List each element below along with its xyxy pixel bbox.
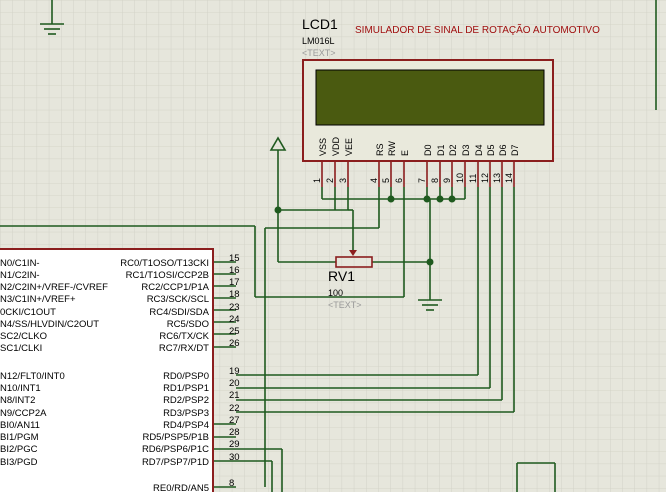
- mcu-right-pin-number: 16: [229, 265, 240, 276]
- mcu-right-pin-label: RD5/PSP5/P1B: [142, 432, 209, 443]
- pot-value: 100: [328, 288, 343, 298]
- schematic-canvas[interactable]: LCD1 LM016L <TEXT> VSS 1 VDD 2 VEE 3 RS 4 RW 5 E 6 D…: [0, 0, 666, 492]
- lcd-pin-name: D1: [436, 144, 446, 156]
- mcu-left-pin-label: N0/C1IN-: [0, 258, 40, 269]
- mcu-left-pin-label: N8/INT2: [0, 395, 35, 406]
- lcd-pin-name: D2: [448, 144, 458, 156]
- mcu-right-pin-number: 27: [229, 415, 240, 426]
- mcu-left-pin-label: N2/C2IN+/VREF-/CVREF: [0, 282, 108, 293]
- mcu-right-pin-label: RD4/PSP4: [163, 420, 209, 431]
- microcontroller[interactable]: N0/C1IN-N1/C2IN-N2/C2IN+/VREF-/CVREFN3/C…: [0, 248, 240, 492]
- mcu-left-pin-label: BI3/PGD: [0, 457, 38, 468]
- lcd-pin-number: 11: [468, 174, 478, 183]
- lcd-pin-number: 10: [455, 173, 465, 183]
- mcu-right-pin-label: RC1/T1OSI/CCP2B: [126, 270, 209, 281]
- mcu-right-pin-label: RE0/RD/AN5: [153, 483, 209, 492]
- lcd-pin-number: 14: [504, 173, 514, 183]
- lcd-pin-name: VEE: [344, 138, 354, 156]
- mcu-right-pin-label: RD7/PSP7/P1D: [142, 457, 209, 468]
- mcu-right-pin-number: 21: [229, 390, 240, 401]
- mcu-right-pin-label: RC3/SCK/SCL: [147, 294, 209, 305]
- mcu-left-pin-label: N1/C2IN-: [0, 270, 40, 281]
- lcd-pin-number: 12: [480, 173, 490, 183]
- lcd-pin-name: VSS: [318, 138, 328, 156]
- mcu-right-pin-number: 30: [229, 452, 240, 463]
- mcu-right-pin-number: 29: [229, 439, 240, 450]
- lcd-pin-name: D3: [461, 144, 471, 156]
- mcu-left-pin-label: N12/FLT0/INT0: [0, 371, 65, 382]
- mcu-left-pin-label: BI0/AN11: [0, 420, 40, 431]
- mcu-right-pin-label: RC5/SDO: [167, 319, 209, 330]
- mcu-left-pin-label: SC2/CLKO: [0, 331, 47, 342]
- mcu-right-pin-label: RD0/PSP0: [163, 371, 209, 382]
- mcu-right-pin-number: 18: [229, 289, 240, 300]
- mcu-right-pin-number: 22: [229, 403, 240, 414]
- mcu-right-pin-label: RC6/TX/CK: [159, 331, 209, 342]
- mcu-right-pin-number: 25: [229, 326, 240, 337]
- mcu-right-pin-label: RD3/PSP3: [163, 408, 209, 419]
- lcd-pin-name: RW: [387, 141, 397, 156]
- lcd-pin-name: D5: [486, 144, 496, 156]
- pot-placeholder: <TEXT>: [328, 300, 362, 310]
- lcd-pin-number: 6: [394, 178, 404, 183]
- lcd-pin-name: D0: [423, 144, 433, 156]
- lcd-screen: [315, 69, 545, 126]
- mcu-right-pin-label: RC2/CCP1/P1A: [141, 282, 209, 293]
- lcd-placeholder: <TEXT>: [302, 48, 336, 58]
- lcd-ref: LCD1: [302, 16, 338, 32]
- lcd-pin-number: 1: [312, 178, 322, 183]
- mcu-right-pin-number: 17: [229, 277, 240, 288]
- lcd-pin-number: 13: [492, 173, 502, 183]
- lcd-pin-number: 7: [417, 178, 427, 183]
- mcu-left-pin-label: 0CKI/C1OUT: [0, 307, 56, 318]
- lcd-pin-name: RS: [375, 143, 385, 156]
- mcu-right-pin-number: 24: [229, 314, 240, 325]
- mcu-right-pin-number: 15: [229, 253, 240, 264]
- lcd-pin-name: E: [400, 150, 410, 156]
- lcd-pin-number: 8: [430, 178, 440, 183]
- mcu-right-pin-label: RC7/RX/DT: [159, 343, 209, 354]
- mcu-left-pin-label: SC1/CLKI: [0, 343, 42, 354]
- lcd-pin-number: 5: [381, 178, 391, 183]
- mcu-right-pin-label: RD6/PSP6/P1C: [142, 444, 209, 455]
- mcu-left-pin-label: N4/SS/HLVDIN/C2OUT: [0, 319, 99, 330]
- diagram-title: SIMULADOR DE SINAL DE ROTAÇÃO AUTOMOTIVO: [355, 23, 600, 36]
- mcu-right-pin-number: 8: [229, 478, 234, 489]
- lcd-pin-name: D6: [498, 144, 508, 156]
- mcu-left-pin-label: N3/C1IN+/VREF+: [0, 294, 76, 305]
- lcd-pin-name: D4: [474, 144, 484, 156]
- lcd-pin-number: 3: [338, 178, 348, 183]
- mcu-right-pin-label: RD2/PSP2: [163, 395, 209, 406]
- mcu-right-pin-number: 23: [229, 302, 240, 313]
- mcu-right-pin-number: 19: [229, 366, 240, 377]
- lcd-model: LM016L: [302, 36, 335, 46]
- lcd-pin-number: 9: [442, 178, 452, 183]
- mcu-right-pin-label: RC0/T1OSO/T13CKI: [120, 258, 209, 269]
- mcu-right-pin-label: RC4/SDI/SDA: [149, 307, 209, 318]
- mcu-left-pin-label: BI2/PGC: [0, 444, 38, 455]
- pot-ref: RV1: [328, 268, 355, 284]
- mcu-right-pin-number: 28: [229, 427, 240, 438]
- mcu-left-pin-label: N10/INT1: [0, 383, 41, 394]
- mcu-left-pin-label: N9/CCP2A: [0, 408, 47, 419]
- lcd-pin-number: 2: [325, 178, 335, 183]
- mcu-right-pin-number: 20: [229, 378, 240, 389]
- mcu-right-pin-label: RD1/PSP1: [163, 383, 209, 394]
- lcd-pin-name: D7: [510, 144, 520, 156]
- lcd-pin-name: VDD: [331, 136, 341, 156]
- mcu-right-pin-number: 26: [229, 338, 240, 349]
- mcu-left-pin-label: BI1/PGM: [0, 432, 39, 443]
- lcd-pin-number: 4: [369, 178, 379, 183]
